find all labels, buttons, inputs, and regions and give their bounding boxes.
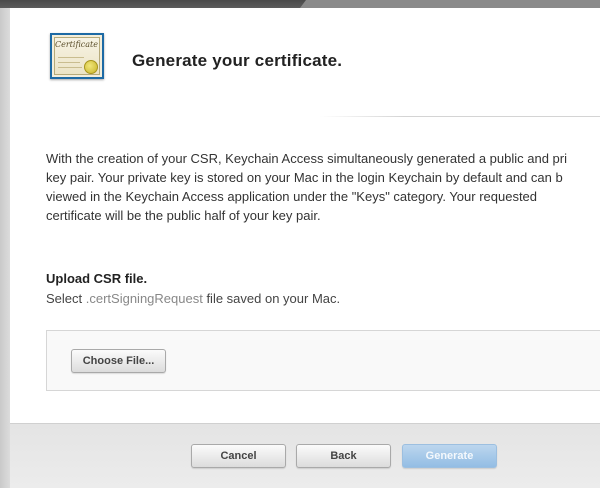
page-left-edge bbox=[0, 8, 10, 488]
file-upload-area: Choose File... bbox=[46, 330, 600, 391]
back-button[interactable]: Back bbox=[296, 444, 391, 468]
upload-instruction-prefix: Select bbox=[46, 291, 86, 306]
page-title: Generate your certificate. bbox=[132, 51, 343, 70]
description-line: key pair. Your private key is stored on … bbox=[46, 170, 563, 185]
choose-file-button[interactable]: Choose File... bbox=[71, 349, 166, 373]
certificate-icon-script: Certificate bbox=[55, 40, 98, 49]
certificate-icon-line bbox=[58, 57, 84, 58]
certificate-seal-icon bbox=[84, 60, 98, 74]
upload-heading: Upload CSR file. bbox=[46, 271, 148, 286]
header-divider bbox=[320, 116, 600, 117]
certificate-panel: Certificate Generate your certificate. W… bbox=[10, 8, 600, 488]
footer-bar: Cancel Back Generate bbox=[10, 423, 600, 488]
certificate-icon: Certificate bbox=[50, 33, 104, 79]
description-line: viewed in the Keychain Access applicatio… bbox=[46, 189, 538, 204]
generate-button[interactable]: Generate bbox=[402, 444, 497, 468]
cancel-button[interactable]: Cancel bbox=[191, 444, 286, 468]
certificate-icon-line bbox=[58, 62, 80, 63]
file-extension-text: .certSigningRequest bbox=[85, 291, 203, 306]
certificate-icon-line bbox=[58, 67, 82, 68]
top-strip-notch bbox=[300, 0, 600, 8]
window-top-strip bbox=[0, 0, 600, 8]
description-line: With the creation of your CSR, Keychain … bbox=[46, 151, 567, 166]
description-text: With the creation of your CSR, Keychain … bbox=[46, 149, 600, 225]
panel-header: Certificate Generate your certificate. bbox=[10, 8, 600, 118]
upload-instruction-suffix: file saved on your Mac. bbox=[202, 291, 341, 306]
description-line: certificate will be the public half of y… bbox=[46, 208, 321, 223]
upload-instruction: Select .certSigningRequest file saved on… bbox=[46, 291, 340, 306]
